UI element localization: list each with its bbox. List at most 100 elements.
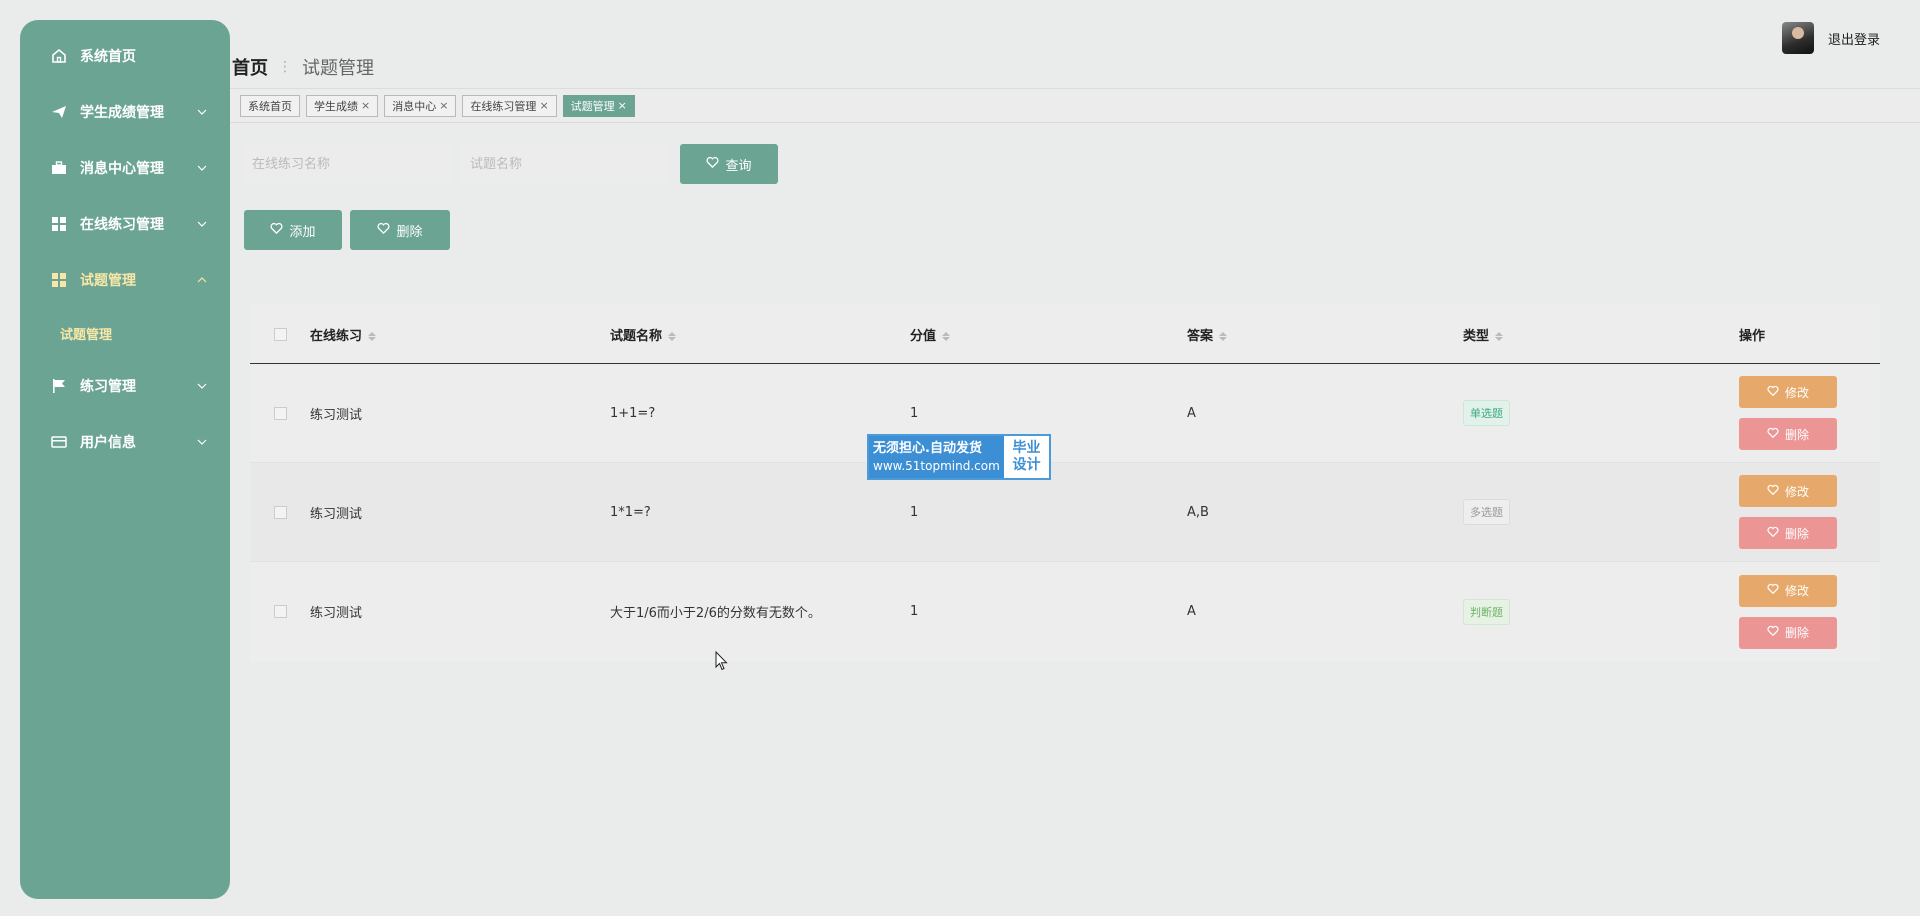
sidebar-item-label: 学生成绩管理 [80,105,164,121]
batch-delete-button-label: 删除 [396,224,423,240]
tab-label: 在线练习管理 [470,99,537,113]
questions-table: 在线练习 试题名称 分值 答案 类型 操作 练习测试 1+1=? 1 A 单选题… [250,305,1880,662]
delete-button[interactable]: 删除 [1739,616,1837,649]
add-button[interactable]: 添加 [244,210,342,250]
chevron-up-icon [196,274,208,286]
avatar[interactable] [1781,22,1814,54]
query-button[interactable]: 查询 [680,144,778,184]
delete-button[interactable]: 删除 [1739,418,1837,450]
sidebar-item-home[interactable]: 系统首页 [20,28,230,84]
add-button-label: 添加 [289,224,316,240]
sort-icon[interactable] [1495,331,1504,341]
cell-score: 1 [910,405,919,421]
tab-messages[interactable]: 消息中心 × [384,94,457,117]
close-icon[interactable]: × [439,99,448,112]
table-row: 练习测试 1+1=? 1 A 单选题 修改 删除 [250,364,1880,463]
id-card-icon [50,433,68,451]
edit-button[interactable]: 修改 [1739,376,1837,408]
query-button-label: 查询 [725,158,752,174]
type-badge: 单选题 [1463,400,1510,426]
sidebar-item-label: 系统首页 [80,49,136,65]
cell-practice: 练习测试 [310,606,363,621]
sidebar-item-label: 练习管理 [80,379,136,395]
sort-icon[interactable] [668,331,677,341]
type-badge: 多选题 [1463,499,1510,525]
heart-icon [1767,385,1779,400]
heart-icon [270,222,283,239]
edit-button[interactable]: 修改 [1739,574,1837,607]
header-score[interactable]: 分值 [910,325,1187,344]
cell-answer: A [1187,405,1196,421]
sidebar-item-user-info[interactable]: 用户信息 [20,414,230,470]
batch-delete-button[interactable]: 删除 [350,210,450,250]
delete-button[interactable]: 删除 [1739,517,1837,549]
heart-icon [706,156,719,173]
sidebar-item-label: 在线练习管理 [80,217,164,233]
sort-icon[interactable] [368,331,377,341]
chevron-down-icon [196,380,208,392]
row-checkbox[interactable] [273,605,287,618]
row-checkbox[interactable] [273,406,287,420]
header-practice[interactable]: 在线练习 [310,325,610,344]
heart-icon [1767,427,1779,442]
question-name-input[interactable] [460,144,670,184]
heart-icon [1767,583,1779,598]
table-row: 练习测试 大于1/6而小于2/6的分数有无数个。 1 A 判断题 修改 删除 [250,562,1880,661]
close-icon[interactable]: × [618,99,627,112]
sidebar: 系统首页 学生成绩管理 消息中心管理 在线练习管理 试题管理 试题管理 练习管理 [20,20,230,899]
cell-answer: A [1187,604,1196,619]
tab-home[interactable]: 系统首页 [240,94,300,117]
tab-student-grades[interactable]: 学生成绩 × [306,94,379,117]
logout-button[interactable]: 退出登录 [1828,29,1880,48]
edit-button[interactable]: 修改 [1739,475,1837,507]
sidebar-item-label: 用户信息 [80,435,136,451]
home-icon [50,47,68,65]
cell-practice: 练习测试 [310,407,363,423]
paper-plane-icon [50,103,68,121]
cell-question: 1+1=? [610,405,656,421]
sort-icon[interactable] [1219,331,1228,341]
briefcase-icon [50,159,68,177]
heart-icon [1767,526,1779,541]
close-icon[interactable]: × [539,99,548,112]
tab-questions[interactable]: 试题管理 × [562,94,635,117]
watermark-line1: 无须担心.自动发货 [873,441,982,456]
chevron-down-icon [196,162,208,174]
watermark-right-bottom: 设计 [1012,457,1041,473]
breadcrumb: 首页 ⋮ 试题管理 [232,54,374,80]
tab-label: 系统首页 [248,99,292,113]
sidebar-subitem-questions[interactable]: 试题管理 [20,308,230,358]
sidebar-item-questions[interactable]: 试题管理 [20,252,230,308]
close-icon[interactable]: × [361,99,370,112]
watermark-badge: 无须担心.自动发货 www.51topmind.com 毕业 设计 [867,434,1051,480]
table-row: 练习测试 1*1=? 1 A,B 多选题 修改 删除 [250,463,1880,562]
sort-icon[interactable] [942,331,951,341]
tab-online-practice[interactable]: 在线练习管理 × [462,94,557,117]
header-answer[interactable]: 答案 [1187,325,1463,344]
sidebar-item-online-practice[interactable]: 在线练习管理 [20,196,230,252]
header-type[interactable]: 类型 [1463,325,1739,344]
sidebar-item-student-grades[interactable]: 学生成绩管理 [20,84,230,140]
cell-score: 1 [910,504,919,520]
header-question[interactable]: 试题名称 [610,325,910,344]
sidebar-item-label: 消息中心管理 [80,161,164,177]
header-actions: 操作 [1739,328,1766,344]
cell-score: 1 [910,604,919,619]
tab-label: 试题管理 [570,99,615,113]
sidebar-item-exercises[interactable]: 练习管理 [20,358,230,414]
practice-name-input[interactable] [242,144,452,184]
row-checkbox[interactable] [273,505,287,519]
heart-icon [1767,625,1779,640]
flag-icon [50,377,68,395]
cell-answer: A,B [1187,504,1209,520]
grid-icon [50,271,68,289]
breadcrumb-home[interactable]: 首页 [232,54,268,80]
mouse-cursor-icon [715,651,728,671]
cell-practice: 练习测试 [310,506,363,522]
type-badge: 判断题 [1463,598,1510,625]
chevron-down-icon [196,106,208,118]
chevron-down-icon [196,218,208,230]
sidebar-item-messages[interactable]: 消息中心管理 [20,140,230,196]
breadcrumb-current: 试题管理 [302,58,374,79]
select-all-checkbox[interactable] [273,327,287,341]
